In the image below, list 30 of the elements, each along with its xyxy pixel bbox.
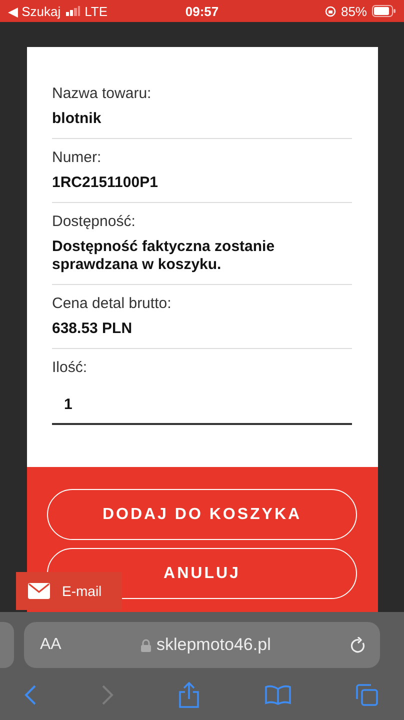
field-value: blotnik — [52, 110, 102, 128]
lock-icon — [140, 638, 150, 652]
battery-percent: 85% — [340, 4, 367, 18]
signal-icon — [66, 6, 80, 16]
share-icon[interactable] — [179, 682, 199, 708]
field-value: Dostępność faktyczna zostanie sprawdzana w koszyku. — [52, 238, 276, 274]
back-to-app-link[interactable]: ◀ Szukaj — [8, 4, 61, 18]
envelope-icon — [28, 583, 50, 599]
battery-icon — [372, 5, 396, 17]
text-size-button[interactable]: AA — [40, 636, 62, 654]
reload-icon[interactable] — [350, 636, 366, 654]
field-label: Ilość: — [52, 359, 88, 376]
network-type: LTE — [84, 4, 108, 18]
field-value: 638.53 PLN — [52, 320, 134, 338]
field-label: Cena detal brutto: — [52, 295, 172, 312]
back-icon[interactable] — [24, 685, 36, 705]
email-floating-overlay[interactable]: E-mail — [16, 572, 122, 610]
address-bar[interactable]: AA sklepmoto46.pl — [24, 622, 380, 668]
field-value: 1RC2151100P1 — [52, 174, 159, 192]
email-label: E-mail — [62, 583, 102, 599]
field-label: Dostępność: — [52, 213, 136, 230]
field-label: Numer: — [52, 149, 102, 166]
field-label: Nazwa towaru: — [52, 85, 152, 102]
clock-time: 09:57 — [185, 4, 219, 18]
previous-tab[interactable] — [0, 622, 14, 668]
tabs-icon[interactable] — [356, 684, 378, 706]
url-text: sklepmoto46.pl — [156, 635, 271, 655]
book-icon[interactable] — [264, 685, 290, 705]
add-to-cart-button[interactable]: DODAJ DO KOSZYKA — [47, 489, 357, 540]
rotation-lock-icon — [324, 6, 336, 16]
